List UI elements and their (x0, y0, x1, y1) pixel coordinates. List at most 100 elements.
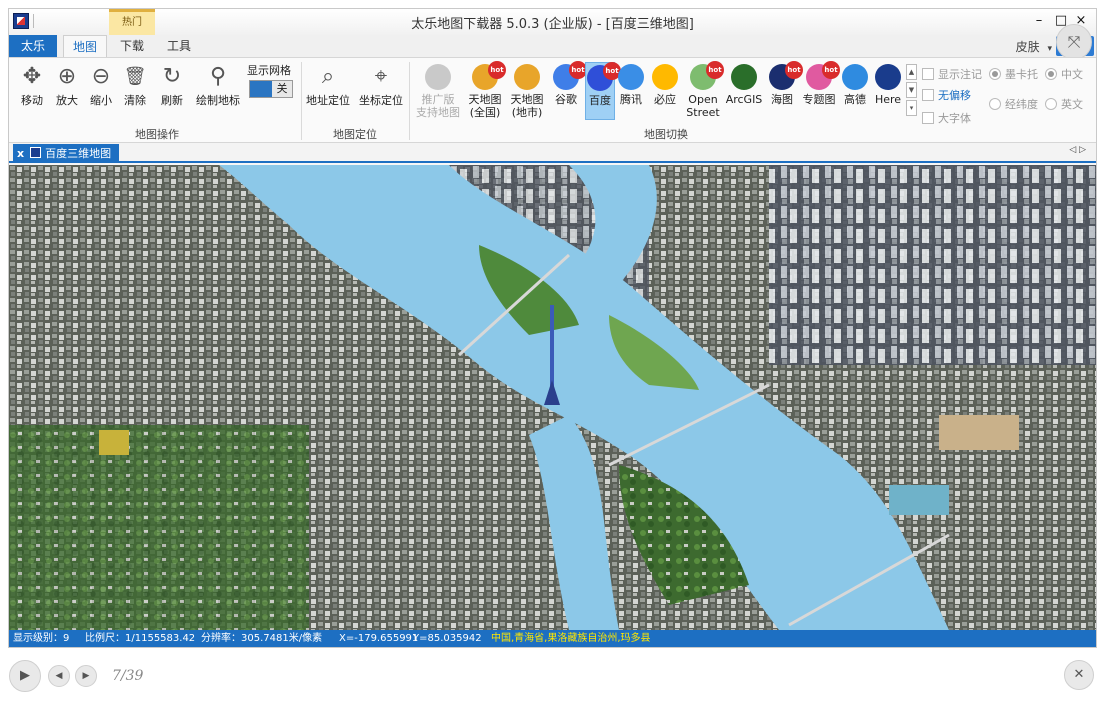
minimize-button[interactable]: – (1030, 12, 1048, 30)
status-bar: 显示级别：9 比例尺：1/1155583.42 分辨率：305.7481米/像素… (9, 630, 1096, 647)
no-offset-checkbox[interactable]: 无偏移 (922, 87, 971, 103)
app-window: 热门 太乐地图下载器 5.0.3 (企业版) - [百度三维地图] – □ × … (8, 8, 1097, 648)
skin-menu[interactable]: 皮肤 ▾ (1016, 38, 1052, 55)
coordinate-locate-label: 坐标定位 (359, 94, 403, 107)
map-canvas[interactable] (9, 165, 1096, 630)
map-source-label: Open (688, 93, 718, 106)
big-font-checkbox[interactable]: 大字体 (922, 110, 971, 126)
refresh-icon: ↻ (162, 64, 182, 89)
mercator-text: 墨卡托 (1005, 68, 1038, 81)
gaode-icon (842, 64, 868, 90)
tianditu-national-icon: hot (472, 61, 506, 90)
map-source-label: Here (874, 93, 902, 106)
big-font-text: 大字体 (938, 112, 971, 125)
google-icon: hot (553, 61, 587, 90)
grid-toggle-switch[interactable]: 关 (249, 80, 293, 98)
map-source-label: 推广版 (421, 93, 455, 106)
move-icon: ✥ (22, 64, 42, 89)
map-source-google-button[interactable]: hot 谷歌 (549, 61, 587, 120)
tab-tools[interactable]: 工具 (157, 35, 201, 57)
map-source-label: 谷歌 (555, 93, 577, 106)
scale-readout: 比例尺：1/1155583.42 (85, 633, 196, 644)
map-source-thematic-button[interactable]: hot 专题图 (801, 61, 840, 120)
english-text: 英文 (1061, 98, 1083, 111)
hot-badge-icon: hot (822, 61, 840, 79)
refresh-button[interactable]: ↻ 刷新 (155, 62, 189, 120)
coordinate-locate-button[interactable]: ⌖ 坐标定位 (357, 62, 405, 120)
map-source-label: 腾讯 (620, 93, 642, 106)
map-source-promo-map-button[interactable]: 推广版 支持地图 (413, 62, 463, 120)
map-source-here-button[interactable]: Here (873, 62, 903, 120)
gallery-controls: ▶ ◀ ▶ 7/39 ✕ (0, 650, 1103, 703)
tab-baidu-3d-map[interactable]: x 百度三维地图 (13, 144, 120, 163)
tab-map[interactable]: 地图 (63, 35, 107, 57)
address-locate-label: 地址定位 (306, 94, 350, 107)
close-gallery-button[interactable]: ✕ (1064, 660, 1094, 690)
map-source-tianditu-national-button[interactable]: hot 天地图 (全国) (465, 61, 506, 120)
map-source-sublabel: Street (686, 106, 720, 119)
more-sources-button[interactable]: ▾ (906, 100, 917, 116)
map-source-openstreetmap-button[interactable]: hot Open Street (683, 61, 724, 120)
address-locate-button[interactable]: ⌕ 地址定位 (305, 62, 351, 120)
checkbox-box (922, 89, 934, 101)
map-source-baidu-button[interactable]: hot 百度 (585, 62, 621, 120)
map-source-tencent-button[interactable]: 腾讯 (615, 62, 647, 120)
scroll-up-button[interactable]: ▲ (906, 64, 917, 80)
map-ops-group-label: 地图操作 (135, 128, 179, 141)
map-source-sea-chart-button[interactable]: hot 海图 (765, 61, 803, 120)
mercator-radio[interactable]: 墨卡托 (989, 66, 1038, 82)
help-button[interactable]: ⤧ (1056, 24, 1094, 60)
chinese-radio[interactable]: 中文 (1045, 66, 1083, 82)
switch-group-label: 地图切换 (644, 128, 688, 141)
refresh-label: 刷新 (161, 94, 183, 107)
scroll-down-button[interactable]: ▼ (906, 82, 917, 98)
y-coordinate-readout: Y=85.035942 (413, 633, 482, 644)
zoom-level-readout: 显示级别：9 (13, 633, 70, 644)
resolution-readout: 分辨率：305.7481米/像素 (201, 633, 323, 644)
x-coordinate-readout: X=-179.655991 (339, 633, 419, 644)
clear-button[interactable]: 🗑 清除 (119, 62, 151, 120)
draw-landmark-button[interactable]: ⚲ 绘制地标 (193, 62, 243, 120)
locate-group-label: 地图定位 (333, 128, 377, 141)
tencent-icon (618, 64, 644, 90)
clear-label: 清除 (124, 94, 146, 107)
map-source-sublabel: 支持地图 (416, 106, 460, 119)
play-button[interactable]: ▶ (9, 660, 41, 692)
map-source-tianditu-city-button[interactable]: 天地图 (地市) (507, 62, 547, 120)
openstreetmap-icon: hot (690, 61, 724, 90)
map-source-gaode-button[interactable]: 高德 (839, 62, 871, 120)
map-source-label: 百度 (589, 94, 611, 107)
zoom-out-button[interactable]: ⊖ 缩小 (85, 62, 117, 120)
no-offset-text: 无偏移 (938, 89, 971, 102)
chevron-down-icon: ▾ (1047, 44, 1052, 54)
group-divider (409, 62, 410, 140)
tab-app-menu[interactable]: 太乐 (9, 35, 57, 57)
radio-dot (1045, 68, 1057, 80)
trash-icon: 🗑 (123, 66, 147, 87)
arcgis-icon (731, 64, 757, 90)
map-source-label: 天地图 (468, 93, 502, 106)
tab-download[interactable]: 下载 (109, 35, 155, 57)
ribbon-panel: ✥ 移动 ⊕ 放大 ⊖ 缩小 🗑 清除 ↻ 刷新 ⚲ 绘制地标 显示网格 关 地… (9, 57, 1096, 143)
move-button[interactable]: ✥ 移动 (15, 62, 49, 120)
zoom-in-button[interactable]: ⊕ 放大 (51, 62, 83, 120)
close-tab-icon[interactable]: x (17, 147, 24, 160)
latlng-radio[interactable]: 经纬度 (989, 96, 1038, 112)
map-source-bing-button[interactable]: 必应 (649, 62, 681, 120)
city-3d-map (9, 165, 1096, 630)
tab-scroll-arrows[interactable]: ◁ ▷ (1069, 145, 1086, 155)
map-source-label: 海图 (771, 93, 793, 106)
next-button[interactable]: ▶ (75, 665, 97, 687)
fullscreen-icon[interactable]: ⤧ (1056, 24, 1092, 60)
map-source-arcgis-button[interactable]: ArcGIS (725, 62, 763, 120)
map-source-sublabel: (全国) (469, 106, 501, 119)
map-tab-icon (30, 147, 42, 158)
grid-toggle-label: 显示网格 (247, 64, 291, 77)
previous-button[interactable]: ◀ (48, 665, 70, 687)
document-tabs: x 百度三维地图 ◁ ▷ (9, 143, 1096, 163)
show-labels-checkbox[interactable]: 显示注记 (922, 66, 982, 82)
english-radio[interactable]: 英文 (1045, 96, 1083, 112)
map-source-label: 必应 (654, 93, 676, 106)
ribbon-tabs: 太乐 地图 下载 工具 皮肤 ▾ ⤧ (9, 24, 1096, 60)
baidu-icon: hot (587, 62, 621, 91)
